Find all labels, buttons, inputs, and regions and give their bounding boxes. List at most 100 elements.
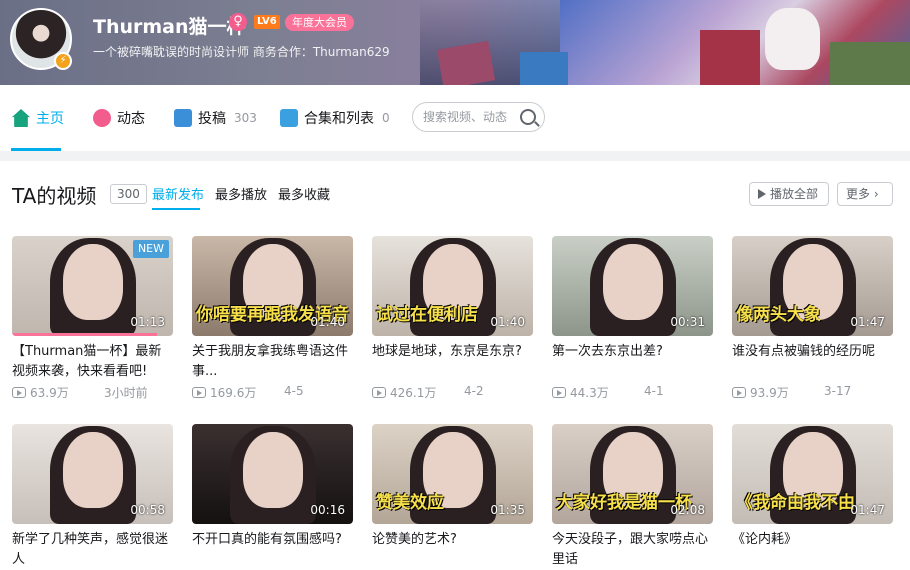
tab-dynamic[interactable]: 动态 [93, 85, 145, 151]
video-duration: 01:40 [490, 315, 525, 329]
play-count-icon [192, 387, 206, 398]
more-label: 更多 [846, 187, 871, 201]
home-icon [12, 109, 30, 127]
upload-date: 3小时前 [104, 386, 148, 400]
video-meta: 169.6万 4-5 [192, 384, 353, 401]
sort-most-played[interactable]: 最多播放 [215, 184, 267, 203]
banner-gift-box [700, 30, 760, 85]
video-duration: 00:31 [670, 315, 705, 329]
thumbnail-figure [242, 432, 303, 508]
video-title[interactable]: 第一次去东京出差? [552, 342, 713, 362]
video-duration: 02:08 [670, 503, 705, 517]
video-duration: 01:40 [310, 315, 345, 329]
video-duration: 00:58 [130, 503, 165, 517]
thumbnail-caption: 试过在便利店 [376, 305, 478, 325]
thumbnail-figure [602, 244, 663, 320]
video-thumbnail[interactable]: 00:16 [192, 424, 353, 524]
video-thumbnail[interactable]: 00:31 [552, 236, 713, 336]
video-title[interactable]: 论赞美的艺术? [372, 530, 533, 550]
female-gender-icon: ♀ [229, 13, 247, 31]
banner-plush-bunny [765, 8, 820, 70]
new-badge: NEW [132, 240, 169, 258]
tab-label: 主页 [36, 111, 64, 127]
more-button[interactable]: 更多 › [837, 182, 893, 206]
video-card[interactable]: 大家好我是猫一杯 02:08 今天没段子，跟大家唠点心里话 [552, 424, 713, 567]
video-title[interactable]: 【Thurman猫一杯】最新视频来袭，快来看看吧! [12, 342, 173, 382]
watch-progress-bar [12, 333, 157, 336]
video-duration: 01:13 [130, 315, 165, 329]
tab-home[interactable]: 主页 [12, 85, 64, 151]
video-count-badge: 300 [110, 184, 147, 204]
video-meta: 63.9万 3小时前 [12, 384, 173, 401]
video-card[interactable]: 《我命由我不由 01:47 《论内耗》 [732, 424, 893, 560]
tab-collections[interactable]: 合集和列表 0 [280, 85, 390, 151]
sort-most-favorited[interactable]: 最多收藏 [278, 184, 330, 203]
video-title[interactable]: 《论内耗》 [732, 530, 893, 550]
play-count-icon [732, 387, 746, 398]
play-icon [758, 189, 766, 199]
video-thumbnail[interactable]: 大家好我是猫一杯 02:08 [552, 424, 713, 524]
video-card[interactable]: 00:58 新学了几种笑声，感觉很迷人 [12, 424, 173, 567]
banner-gift-box [436, 40, 496, 85]
video-thumbnail[interactable]: 《我命由我不由 01:47 [732, 424, 893, 524]
level-badge: LV6 [254, 15, 280, 29]
video-duration: 01:47 [850, 315, 885, 329]
search-icon[interactable] [520, 109, 536, 125]
tab-label: 合集和列表 [304, 111, 374, 127]
video-duration: 01:35 [490, 503, 525, 517]
video-duration: 00:16 [310, 503, 345, 517]
video-meta: 93.9万 3-17 [732, 384, 893, 401]
sort-latest[interactable]: 最新发布 [152, 184, 204, 203]
video-thumbnail[interactable]: 像两头大象 01:47 [732, 236, 893, 336]
video-card[interactable]: 00:31 第一次去东京出差? 44.3万 4-1 [552, 236, 713, 404]
video-title[interactable]: 地球是地球，东京是东京? [372, 342, 533, 362]
upload-date: 4-1 [644, 384, 664, 398]
video-title[interactable]: 谁没有点被骗钱的经历呢 [732, 342, 893, 362]
thumbnail-figure [62, 432, 123, 508]
thumbnail-caption: 像两头大象 [736, 305, 821, 325]
username[interactable]: Thurman猫一杯 [93, 12, 246, 39]
video-title[interactable]: 不开口真的能有氛围感吗? [192, 530, 353, 550]
play-all-button[interactable]: 播放全部 [749, 182, 829, 206]
divider [0, 151, 910, 161]
thumbnail-caption: 赞美效应 [376, 493, 444, 513]
upload-icon [174, 109, 192, 127]
video-title[interactable]: 今天没段子，跟大家唠点心里话 [552, 530, 713, 570]
video-meta: 44.3万 4-1 [552, 384, 713, 401]
view-count: 426.1万 [390, 386, 437, 400]
vip-badge[interactable]: 年度大会员 [285, 14, 354, 31]
view-count: 44.3万 [570, 386, 609, 400]
banner-gift-box [520, 52, 568, 85]
video-thumbnail[interactable]: 00:58 [12, 424, 173, 524]
video-card[interactable]: 赞美效应 01:35 论赞美的艺术? [372, 424, 533, 560]
video-thumbnail[interactable]: 试过在便利店 01:40 [372, 236, 533, 336]
tab-uploads[interactable]: 投稿 303 [174, 85, 257, 151]
video-card[interactable]: 试过在便利店 01:40 地球是地球，东京是东京? 426.1万 4-2 [372, 236, 533, 404]
section-title: TA的视频 [12, 184, 97, 208]
upload-date: 4-2 [464, 384, 484, 398]
play-count-icon [12, 387, 26, 398]
video-card[interactable]: NEW 01:13 【Thurman猫一杯】最新视频来袭，快来看看吧! 63.9万 3小… [12, 236, 173, 404]
video-card[interactable]: 00:16 不开口真的能有氛围感吗? [192, 424, 353, 560]
signature: 一个被碎嘴耽误的时尚设计师 商务合作：Thurman629 [93, 45, 390, 59]
tab-label: 动态 [117, 111, 145, 127]
thumbnail-figure [62, 244, 123, 320]
video-meta: 426.1万 4-2 [372, 384, 533, 401]
tab-label: 投稿 [198, 111, 226, 127]
tab-count: 0 [382, 111, 390, 125]
video-duration: 01:47 [850, 503, 885, 517]
video-thumbnail[interactable]: 赞美效应 01:35 [372, 424, 533, 524]
video-thumbnail[interactable]: 你唔要再跟我发语音 01:40 [192, 236, 353, 336]
video-card[interactable]: 你唔要再跟我发语音 01:40 关于我朋友拿我练粤语这件事... 169.6万 4-5 [192, 236, 353, 404]
lightning-badge-icon: ⚡ [54, 52, 72, 70]
video-card[interactable]: 像两头大象 01:47 谁没有点被骗钱的经历呢 93.9万 3-17 [732, 236, 893, 404]
collection-icon [280, 109, 298, 127]
play-count-icon [372, 387, 386, 398]
video-title[interactable]: 关于我朋友拿我练粤语这件事... [192, 342, 353, 382]
video-thumbnail[interactable]: NEW 01:13 [12, 236, 173, 336]
view-count: 169.6万 [210, 386, 257, 400]
tab-count: 303 [234, 111, 257, 125]
banner-gift-box [830, 42, 910, 85]
video-title[interactable]: 新学了几种笑声，感觉很迷人 [12, 530, 173, 570]
play-all-label: 播放全部 [770, 187, 819, 201]
